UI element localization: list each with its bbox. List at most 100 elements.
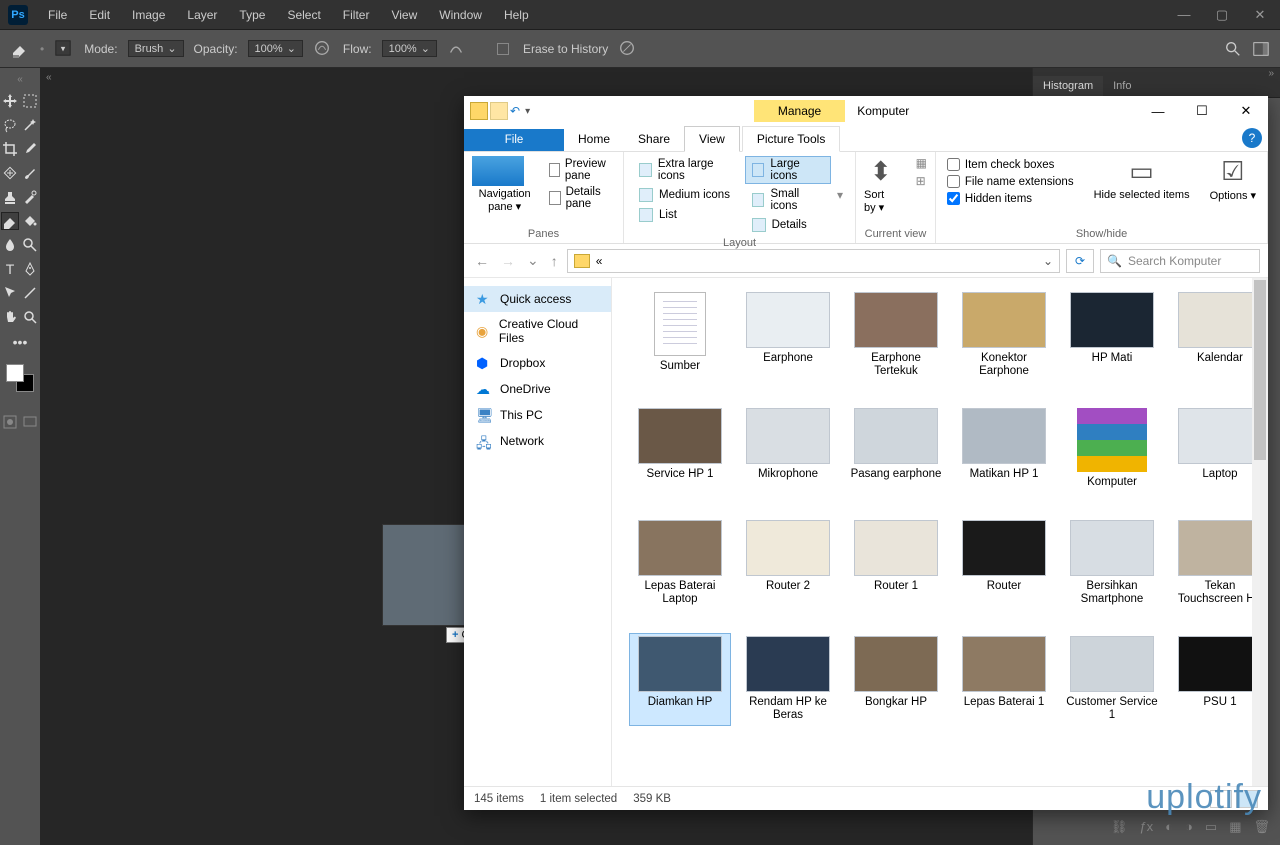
tab-file[interactable]: File [464, 129, 564, 151]
close-button[interactable]: ✕ [1248, 7, 1272, 23]
minimize-button[interactable]: — [1136, 96, 1180, 126]
brush-preset-icon[interactable]: ▾ [54, 39, 74, 59]
opacity-dropdown[interactable]: 100% ⌄ [248, 40, 303, 57]
file-item[interactable]: Router 1 [846, 518, 946, 608]
sidebar-item-this-pc[interactable]: 🖥This PC [464, 402, 611, 428]
file-item[interactable]: Earphone Tertekuk [846, 290, 946, 380]
layout-details[interactable]: Details [745, 216, 831, 234]
navpane-button[interactable]: Navigation pane ▾ [472, 188, 537, 213]
history-brush-icon[interactable] [21, 188, 39, 206]
panel-collapse-icon[interactable]: » [1033, 68, 1280, 76]
workspace-icon[interactable] [1252, 40, 1270, 58]
eraser-tool-icon[interactable] [1, 212, 19, 230]
file-ext-toggle[interactable]: File name extensions [947, 173, 1074, 190]
heal-tool-icon[interactable] [1, 164, 19, 182]
bucket-tool-icon[interactable] [21, 212, 39, 230]
marquee-tool-icon[interactable] [21, 92, 39, 110]
file-item[interactable]: Mikrophone [738, 406, 838, 491]
collapse-icon[interactable]: « [17, 74, 23, 85]
file-item[interactable]: Komputer [1062, 406, 1162, 491]
search-icon[interactable] [1224, 40, 1242, 58]
menu-window[interactable]: Window [429, 4, 492, 26]
qat-dropdown-icon[interactable]: ▾ [522, 106, 533, 117]
tab-histogram[interactable]: Histogram [1033, 76, 1103, 97]
sidebar-item-onedrive[interactable]: ☁OneDrive [464, 376, 611, 402]
addr-dropdown-icon[interactable]: ⌄ [1043, 254, 1053, 268]
group-icon[interactable]: ▭ [1205, 819, 1217, 835]
tab-home[interactable]: Home [564, 127, 624, 151]
mode-dropdown[interactable]: Brush ⌄ [128, 40, 184, 57]
new-icon[interactable]: ▦ [1229, 819, 1241, 835]
explorer-titlebar[interactable]: ↶ ▾ Manage Komputer — ☐ ✕ [464, 96, 1268, 126]
file-item[interactable]: Diamkan HP [630, 634, 730, 724]
tab-info[interactable]: Info [1103, 76, 1141, 97]
type-tool-icon[interactable]: T [1, 260, 19, 278]
close-button[interactable]: ✕ [1224, 96, 1268, 126]
layout-list[interactable]: List [632, 206, 743, 224]
details-pane-toggle[interactable]: Details pane [549, 184, 615, 212]
sizecol-icon[interactable]: ⊞ [916, 174, 927, 188]
tab-view[interactable]: View [684, 126, 740, 152]
blur-tool-icon[interactable] [1, 236, 19, 254]
hide-selected-button[interactable]: ▭ Hide selected items [1094, 156, 1190, 201]
magic-wand-tool-icon[interactable] [21, 116, 39, 134]
sidebar-item-quick-access[interactable]: ★Quick access [464, 286, 611, 312]
search-box[interactable]: 🔍 Search Komputer [1100, 249, 1260, 273]
color-swatches[interactable] [6, 364, 34, 392]
preview-pane-toggle[interactable]: Preview pane [549, 156, 615, 184]
tab-picture-tools[interactable]: Picture Tools [742, 126, 840, 152]
maximize-button[interactable]: ☐ [1180, 96, 1224, 126]
sidebar-item-network[interactable]: 🖧Network [464, 428, 611, 454]
sidebar-item-creative-cloud-files[interactable]: ◉Creative Cloud Files [464, 312, 611, 350]
file-item[interactable]: Pasang earphone [846, 406, 946, 491]
maximize-button[interactable]: ▢ [1210, 7, 1234, 23]
options-button[interactable]: ☑ Options ▾ [1210, 156, 1257, 202]
screenmode-icon[interactable] [21, 413, 39, 431]
file-item[interactable]: Sumber [630, 290, 730, 380]
undo-icon[interactable]: ↶ [510, 104, 520, 118]
trash-icon[interactable]: 🗑 [1253, 819, 1270, 835]
file-item[interactable]: Service HP 1 [630, 406, 730, 491]
file-item[interactable]: Lepas Baterai Laptop [630, 518, 730, 608]
file-item[interactable]: Bongkar HP [846, 634, 946, 724]
scrollbar[interactable] [1252, 278, 1268, 786]
mask-icon[interactable]: ◐ [1165, 819, 1173, 835]
up-button[interactable]: ↑ [548, 253, 561, 269]
file-item[interactable]: HP Mati [1062, 290, 1162, 380]
minimize-button[interactable]: — [1172, 7, 1196, 23]
refresh-button[interactable]: ⟳ [1066, 249, 1094, 273]
file-item[interactable]: Router 2 [738, 518, 838, 608]
layout-small[interactable]: Small icons [745, 186, 831, 214]
dodge-tool-icon[interactable] [21, 236, 39, 254]
quickmask-icon[interactable] [1, 413, 19, 431]
menu-file[interactable]: File [38, 4, 77, 26]
menu-type[interactable]: Type [229, 4, 275, 26]
tab-share[interactable]: Share [624, 127, 684, 151]
menu-select[interactable]: Select [277, 4, 330, 26]
forward-button[interactable]: → [498, 253, 518, 269]
fg-color-swatch[interactable] [6, 364, 24, 382]
airbrush-icon[interactable] [447, 39, 467, 59]
pen-tool-icon[interactable] [21, 260, 39, 278]
manage-tab[interactable]: Manage [754, 100, 845, 122]
addcol-icon[interactable]: ▦ [916, 156, 927, 170]
address-bar[interactable]: « ⌄ [567, 249, 1060, 273]
file-item[interactable]: Konektor Earphone [954, 290, 1054, 380]
pressure-opacity-icon[interactable] [313, 39, 333, 59]
menu-layer[interactable]: Layer [177, 4, 227, 26]
hidden-items-toggle[interactable]: Hidden items [947, 190, 1074, 207]
file-item[interactable]: Bersihkan Smartphone [1062, 518, 1162, 608]
scroll-thumb[interactable] [1254, 280, 1266, 460]
move-tool-icon[interactable] [1, 92, 19, 110]
menu-filter[interactable]: Filter [333, 4, 380, 26]
stamp-tool-icon[interactable] [1, 188, 19, 206]
path-select-icon[interactable] [1, 284, 19, 302]
menu-edit[interactable]: Edit [79, 4, 120, 26]
breadcrumb[interactable]: « [596, 254, 603, 268]
back-button[interactable]: ← [472, 253, 492, 269]
brush-tool-icon[interactable] [21, 164, 39, 182]
navpane-icon[interactable] [472, 156, 524, 186]
hand-tool-icon[interactable] [1, 308, 19, 326]
menu-view[interactable]: View [381, 4, 427, 26]
file-item[interactable]: Customer Service 1 [1062, 634, 1162, 724]
